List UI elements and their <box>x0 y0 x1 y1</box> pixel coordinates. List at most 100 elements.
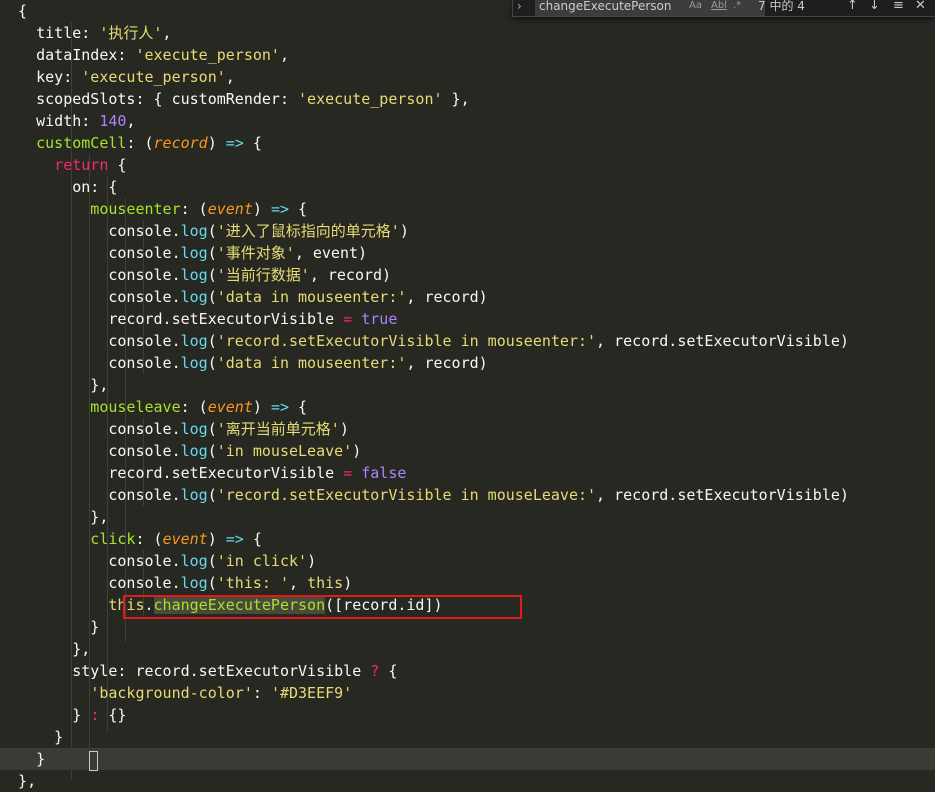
code-line[interactable]: key: 'execute_person', <box>0 66 935 88</box>
code-token: ) <box>207 134 226 152</box>
code-line[interactable]: console.log('离开当前单元格') <box>0 418 935 440</box>
code-token: console. <box>0 552 181 570</box>
code-token: this <box>307 574 344 592</box>
code-token: }, <box>0 772 37 790</box>
find-input[interactable] <box>535 0 765 16</box>
code-line[interactable]: record.setExecutorVisible = true <box>0 308 935 330</box>
code-token: 'data in mouseenter:' <box>216 354 407 372</box>
code-line[interactable]: console.log('this: ', this) <box>0 572 935 594</box>
code-token: log <box>180 222 208 240</box>
code-token: log <box>180 332 208 350</box>
code-token: ( <box>207 420 217 438</box>
code-line[interactable]: }, <box>0 770 935 792</box>
code-token: true <box>361 310 398 328</box>
code-line[interactable]: record.setExecutorVisible = false <box>0 462 935 484</box>
code-line[interactable]: scopedSlots: { customRender: 'execute_pe… <box>0 88 935 110</box>
find-widget: › Aa Abl .* 7 中的 4 ↑ ↓ ≡ ✕ <box>512 0 935 17</box>
code-token: key: <box>0 68 82 86</box>
code-token: 140 <box>99 112 127 130</box>
code-token: event <box>162 530 208 548</box>
code-line[interactable]: customCell: (record) => { <box>0 132 935 154</box>
code-line[interactable]: } <box>0 726 935 748</box>
next-match-button[interactable]: ↓ <box>869 0 880 16</box>
code-line[interactable]: console.log('in mouseLeave') <box>0 440 935 462</box>
code-token: scopedSlots: { customRender: <box>0 90 299 108</box>
code-token: customCell <box>0 134 127 152</box>
code-editor[interactable]: { title: '执行人', dataIndex: 'execute_pers… <box>0 0 935 790</box>
code-line[interactable]: }, <box>0 374 935 396</box>
code-token: { <box>289 200 308 218</box>
code-token: title: <box>0 24 100 42</box>
code-token: 'execute_person' <box>298 90 443 108</box>
code-token: record <box>153 134 208 152</box>
code-line[interactable]: width: 140, <box>0 110 935 132</box>
code-token: } <box>0 750 46 768</box>
code-token: on: { <box>0 178 118 196</box>
code-token: ( <box>207 486 217 504</box>
code-token: ? <box>370 662 380 680</box>
code-token: }, <box>442 90 470 108</box>
code-line[interactable]: }, <box>0 506 935 528</box>
code-line[interactable]: mouseleave: (event) => { <box>0 396 935 418</box>
code-token: , record) <box>406 354 488 372</box>
code-token: console. <box>0 288 181 306</box>
code-token: ( <box>207 354 217 372</box>
code-line[interactable]: return { <box>0 154 935 176</box>
code-token: record.setExecutorVisible <box>0 310 344 328</box>
code-line[interactable]: console.log('record.setExecutorVisible i… <box>0 330 935 352</box>
code-line[interactable]: } <box>0 748 935 770</box>
code-token: log <box>180 420 208 438</box>
code-token: ( <box>207 552 217 570</box>
code-token: } <box>0 706 91 724</box>
code-line[interactable]: mouseenter: (event) => { <box>0 198 935 220</box>
code-token: : ( <box>180 200 208 218</box>
code-token: , <box>126 112 136 130</box>
code-token: ) <box>252 200 271 218</box>
code-token: console. <box>0 574 181 592</box>
code-token: ( <box>207 244 217 262</box>
code-line[interactable]: } <box>0 616 935 638</box>
code-line[interactable]: title: '执行人', <box>0 22 935 44</box>
code-line[interactable]: }, <box>0 638 935 660</box>
code-line[interactable]: console.log('当前行数据', record) <box>0 264 935 286</box>
code-token: console. <box>0 244 181 262</box>
code-line[interactable]: dataIndex: 'execute_person', <box>0 44 935 66</box>
code-line[interactable]: console.log('record.setExecutorVisible i… <box>0 484 935 506</box>
close-find-button[interactable]: ✕ <box>915 0 926 16</box>
code-token: , <box>225 68 235 86</box>
code-line[interactable]: console.log('事件对象', event) <box>0 242 935 264</box>
code-line[interactable]: on: { <box>0 176 935 198</box>
chevron-right-icon[interactable]: › <box>517 0 531 16</box>
code-token: 'data in mouseenter:' <box>216 288 407 306</box>
match-whole-word-toggle[interactable]: Abl <box>711 0 727 16</box>
find-in-selection-button[interactable]: ≡ <box>893 0 904 16</box>
code-token: style: record.setExecutorVisible <box>0 662 371 680</box>
code-token: , <box>289 574 308 592</box>
code-line[interactable]: console.log('in click') <box>0 550 935 572</box>
code-token: 'record.setExecutorVisible in mouseLeave… <box>216 486 597 504</box>
code-line[interactable]: console.log('进入了鼠标指向的单元格') <box>0 220 935 242</box>
code-line[interactable]: console.log('data in mouseenter:', recor… <box>0 352 935 374</box>
code-line[interactable]: style: record.setExecutorVisible ? { <box>0 660 935 682</box>
code-token: } <box>0 728 64 746</box>
highlight-annotation-box <box>123 595 522 619</box>
code-token: , record) <box>406 288 488 306</box>
text-cursor <box>89 751 98 771</box>
regex-toggle[interactable]: .* <box>733 0 741 16</box>
code-token: console. <box>0 442 181 460</box>
code-line[interactable]: console.log('data in mouseenter:', recor… <box>0 286 935 308</box>
code-token: 'in click' <box>216 552 308 570</box>
code-line[interactable]: 'background-color': '#D3EEF9' <box>0 682 935 704</box>
code-line[interactable]: } : {} <box>0 704 935 726</box>
code-token: '离开当前单元格' <box>216 420 340 438</box>
previous-match-button[interactable]: ↑ <box>847 0 858 16</box>
code-line[interactable]: click: (event) => { <box>0 528 935 550</box>
match-case-toggle[interactable]: Aa <box>689 0 702 16</box>
code-token: , record) <box>309 266 392 284</box>
code-token: { <box>289 398 308 416</box>
code-token: false <box>361 464 407 482</box>
code-token: => <box>225 530 244 548</box>
code-token: }, <box>0 508 109 526</box>
code-token: , <box>162 24 172 42</box>
